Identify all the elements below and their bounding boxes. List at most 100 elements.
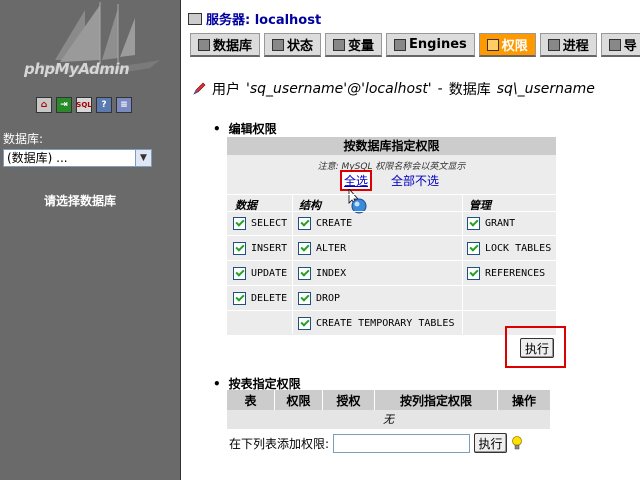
priv-references[interactable]: REFERENCES xyxy=(467,262,545,284)
priv-label: CREATE xyxy=(316,217,353,229)
priv-insert[interactable]: INSERT xyxy=(233,237,287,259)
add-table-privileges-row: 在下列表添加权限: 执行 xyxy=(229,433,523,453)
checkbox[interactable] xyxy=(467,266,480,280)
go-button[interactable]: 执行 xyxy=(520,338,554,358)
edit-user-icon xyxy=(193,82,206,95)
database-privileges-table: 按数据库指定权限 注意: MySQL 权限名称会以英文显示 全选 全部不选 数据… xyxy=(227,137,556,335)
lightbulb-icon xyxy=(512,436,522,450)
tab-variables[interactable]: 变量 xyxy=(325,33,383,57)
tab-processes[interactable]: 进程 xyxy=(539,33,597,57)
divider xyxy=(227,194,556,195)
checkbox[interactable] xyxy=(233,241,246,255)
priv-delete[interactable]: DELETE xyxy=(233,287,287,309)
checkbox[interactable] xyxy=(233,291,246,305)
phpmyadmin-logo[interactable]: phpMyAdmin xyxy=(0,0,181,90)
priv-alter[interactable]: ALTER xyxy=(298,237,346,259)
server-label[interactable]: 服务器: localhost xyxy=(206,9,321,28)
table-name-input[interactable] xyxy=(333,433,471,453)
select-all-link[interactable]: 全选 xyxy=(340,170,373,191)
priv-create[interactable]: CREATE xyxy=(298,212,352,234)
database-select-value: (数据库) ... xyxy=(7,151,68,165)
priv-label: CREATE TEMPORARY TABLES xyxy=(316,317,455,329)
tab-engines[interactable]: Engines xyxy=(386,33,475,57)
help-icon[interactable]: ? xyxy=(96,97,112,113)
priv-label: REFERENCES xyxy=(485,267,546,279)
tab-privileges[interactable]: 权限 xyxy=(478,33,536,57)
priv-label: ALTER xyxy=(316,242,347,254)
page-title: 用户 'sq_username'@'localhost' - 数据库 sq\_u… xyxy=(192,79,595,99)
priv-label: GRANT xyxy=(485,217,516,229)
main-content-frame: 服务器: localhost 数据库 状态 变量 Engines 权限 进程 导… xyxy=(182,0,640,480)
divider xyxy=(292,194,293,334)
user-label: 用户 xyxy=(212,82,240,98)
priv-lock-tables[interactable]: LOCK TABLES xyxy=(467,237,551,259)
nav-icon-bar: ⌂ ⇥ SQL ? ≡ xyxy=(36,97,132,113)
priv-drop[interactable]: DROP xyxy=(298,287,340,309)
add-go-button[interactable]: 执行 xyxy=(474,433,508,453)
tab-label: Engines xyxy=(409,37,467,52)
docs-icon[interactable]: ≡ xyxy=(116,97,132,113)
home-icon[interactable]: ⌂ xyxy=(36,97,52,113)
priv-label: DELETE xyxy=(251,292,288,304)
database-title-label: 数据库 xyxy=(448,82,491,98)
tab-label: 变量 xyxy=(348,39,375,54)
column-header: 授权 xyxy=(323,390,375,410)
engines-icon xyxy=(394,38,407,51)
checkbox[interactable] xyxy=(298,216,311,230)
processes-icon xyxy=(547,38,560,51)
exit-icon[interactable]: ⇥ xyxy=(56,97,72,113)
tab-label: 导 xyxy=(623,39,637,54)
priv-label: INSERT xyxy=(251,242,288,254)
priv-label: DROP xyxy=(316,292,341,304)
checkbox[interactable] xyxy=(467,216,480,230)
tab-export[interactable]: 导 xyxy=(600,33,640,57)
chevron-down-icon[interactable]: ▼ xyxy=(135,150,151,166)
column-header: 按列指定权限 xyxy=(375,390,498,410)
tab-label: 进程 xyxy=(562,39,589,54)
divider xyxy=(227,285,556,286)
title-separator: - xyxy=(437,81,443,97)
priv-create-temp-tables[interactable]: CREATE TEMPORARY TABLES xyxy=(298,312,454,334)
privileges-table-title: 按数据库指定权限 xyxy=(227,137,556,155)
checkbox[interactable] xyxy=(467,241,480,255)
tab-databases[interactable]: 数据库 xyxy=(190,33,261,57)
divider xyxy=(227,310,556,311)
priv-index[interactable]: INDEX xyxy=(298,262,346,284)
top-tabs: 数据库 状态 变量 Engines 权限 进程 导 xyxy=(190,33,640,57)
checkbox[interactable] xyxy=(298,291,311,305)
add-table-label: 在下列表添加权限: xyxy=(229,436,330,451)
database-label: 数据库: xyxy=(3,132,44,146)
user-value: 'sq_username'@'localhost' xyxy=(246,81,432,97)
database-select[interactable]: (数据库) ... ▼ xyxy=(3,149,152,167)
sql-icon[interactable]: SQL xyxy=(76,97,92,113)
databases-icon xyxy=(198,38,210,51)
empty-row: 无 xyxy=(227,410,550,429)
table-privileges-header: 表 权限 授权 按列指定权限 操作 xyxy=(227,390,550,410)
checkbox[interactable] xyxy=(298,316,311,330)
tab-status[interactable]: 状态 xyxy=(264,33,322,57)
divider xyxy=(227,235,556,236)
column-header: 表 xyxy=(227,390,275,410)
priv-label: UPDATE xyxy=(251,267,288,279)
checkbox[interactable] xyxy=(298,241,311,255)
column-header: 权限 xyxy=(275,390,323,410)
checkbox[interactable] xyxy=(233,216,246,230)
priv-label: INDEX xyxy=(316,267,347,279)
priv-select[interactable]: SELECT xyxy=(233,212,287,234)
privileges-icon xyxy=(486,38,499,51)
priv-grant[interactable]: GRANT xyxy=(467,212,515,234)
status-icon xyxy=(272,38,285,51)
divider xyxy=(227,260,556,261)
deselect-all-link[interactable]: 全部不选 xyxy=(391,172,439,189)
priv-update[interactable]: UPDATE xyxy=(233,262,287,284)
tab-label: 状态 xyxy=(287,39,314,54)
checkbox[interactable] xyxy=(298,266,311,280)
edit-privileges-heading: 编辑权限 xyxy=(213,120,277,137)
privileges-note: 注意: MySQL 权限名称会以英文显示 xyxy=(317,162,466,172)
column-header: 操作 xyxy=(511,393,536,408)
table-privileges-table: 表 权限 授权 按列指定权限 操作 无 xyxy=(227,390,550,429)
priv-label: SELECT xyxy=(251,217,288,229)
choose-database-text: 请选择数据库 xyxy=(43,194,116,208)
checkbox[interactable] xyxy=(233,266,246,280)
variables-icon xyxy=(333,38,346,51)
